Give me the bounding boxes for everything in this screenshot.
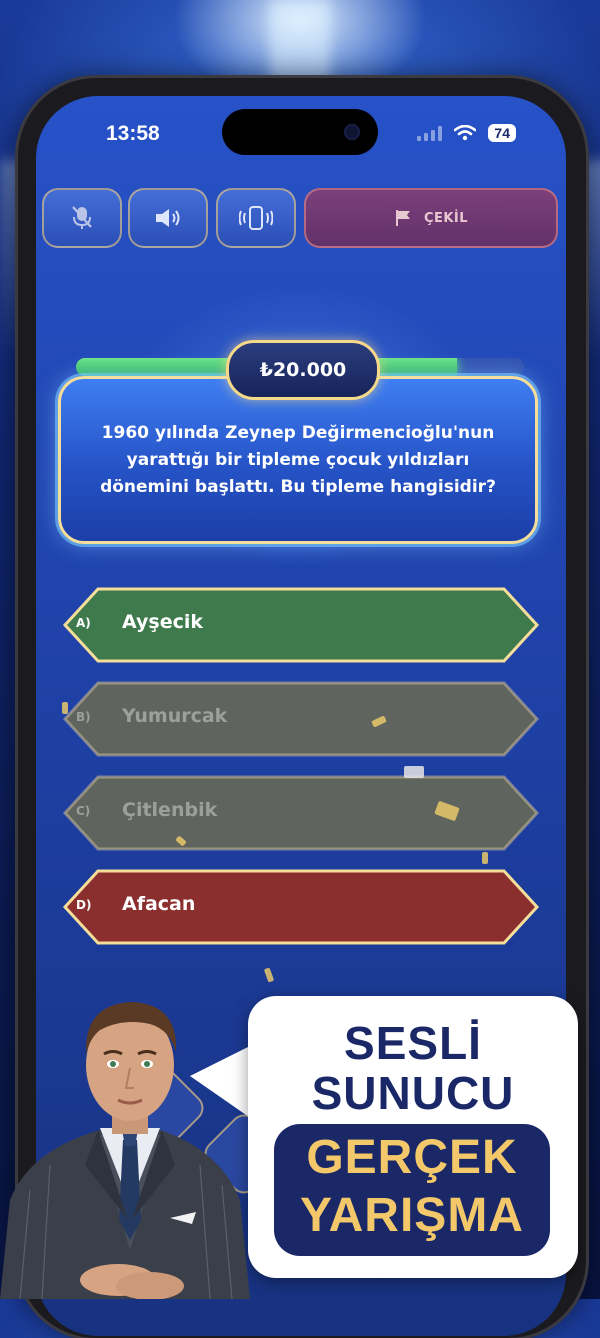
promo-line-2: SUNUCU — [311, 1067, 515, 1119]
battery-indicator: 74 — [488, 124, 516, 142]
status-indicators: 74 — [417, 124, 516, 142]
answer-text: Ayşecik — [122, 611, 204, 633]
answer-option-d[interactable]: D) Afacan — [62, 868, 540, 946]
answer-letter: D) — [76, 898, 92, 912]
dynamic-island — [222, 109, 378, 155]
promo-line-3: GERÇEK — [306, 1131, 518, 1184]
answer-letter: B) — [76, 710, 91, 724]
mic-off-icon — [72, 206, 92, 229]
promo-speech-bubble: SESLİ SUNUCU GERÇEK YARIŞMA — [248, 996, 578, 1278]
speaker-icon — [156, 209, 180, 227]
host-avatar — [0, 1002, 250, 1299]
signal-icon — [417, 125, 443, 141]
quit-button[interactable]: ÇEKİL — [304, 188, 558, 248]
question-text: 1960 yılında Zeynep Değirmencioğlu'nun y… — [100, 422, 496, 497]
promo-highlight-box: GERÇEK YARIŞMA — [274, 1124, 550, 1256]
vibrate-icon — [239, 206, 273, 230]
answer-option-a[interactable]: A) Ayşecik — [62, 586, 540, 664]
status-time: 13:58 — [106, 122, 160, 145]
promo-line-4: YARIŞMA — [300, 1189, 524, 1242]
answer-option-c[interactable]: C) Çitlenbik — [62, 774, 540, 852]
prize-amount: ₺20.000 — [226, 340, 380, 400]
answer-letter: A) — [76, 616, 91, 630]
mic-toggle-button[interactable] — [42, 188, 122, 248]
answer-letter: C) — [76, 804, 91, 818]
answer-option-b[interactable]: B) Yumurcak — [62, 680, 540, 758]
quit-label: ÇEKİL — [423, 210, 469, 226]
confetti — [263, 967, 275, 983]
question-box: 1960 yılında Zeynep Değirmencioğlu'nun y… — [58, 376, 538, 544]
vibration-toggle-button[interactable] — [216, 188, 296, 248]
flag-icon — [395, 210, 410, 226]
answer-text: Afacan — [122, 893, 196, 915]
confetti — [482, 852, 488, 864]
answer-text: Çitlenbik — [122, 799, 218, 821]
camera-icon — [344, 124, 360, 140]
wifi-icon — [454, 125, 477, 141]
confetti — [404, 766, 424, 778]
confetti — [62, 702, 68, 714]
promo-line-1: SESLİ — [344, 1017, 482, 1069]
sound-toggle-button[interactable] — [128, 188, 208, 248]
answer-text: Yumurcak — [122, 705, 228, 727]
